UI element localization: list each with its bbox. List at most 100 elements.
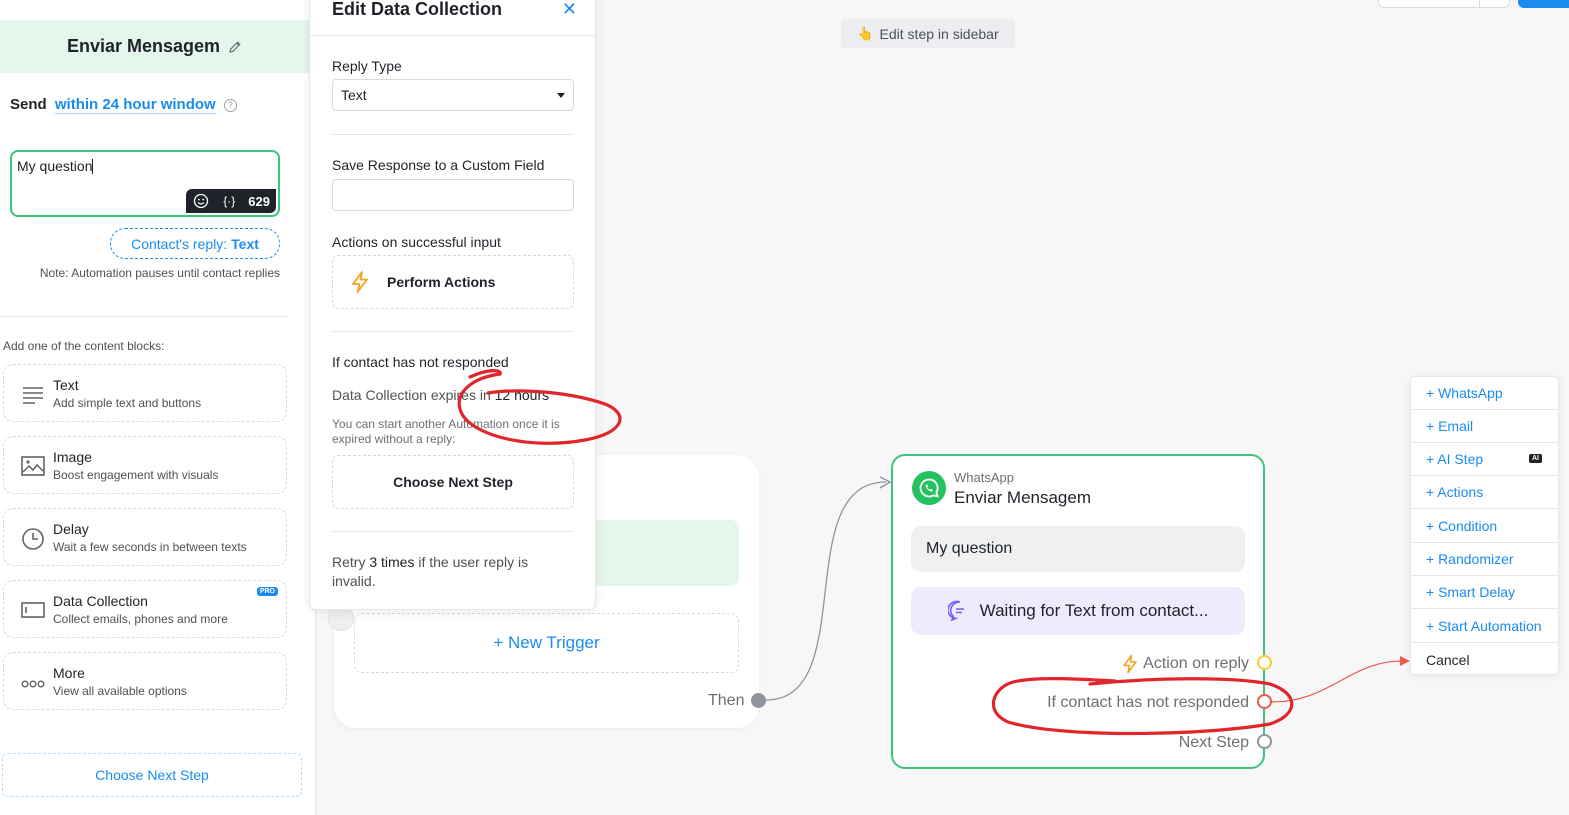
node-title: Enviar Mensagem xyxy=(954,488,1092,507)
menu-item-condition[interactable]: + Condition xyxy=(1411,510,1558,543)
message-text: My question xyxy=(17,158,93,174)
expire-row: Data Collection expires in 12 hours xyxy=(332,387,549,403)
whatsapp-node[interactable]: WhatsApp Enviar Mensagem My question Wai… xyxy=(891,454,1265,769)
block-title: Text xyxy=(53,377,79,393)
hint-text: Edit step in sidebar xyxy=(879,25,999,42)
image-icon xyxy=(20,453,46,479)
block-data-collection[interactable]: Data Collection Collect emails, phones a… xyxy=(3,580,287,638)
menu-item-whatsapp[interactable]: + WhatsApp xyxy=(1411,377,1558,410)
then-port[interactable] xyxy=(751,693,766,708)
output-label: Next Step xyxy=(1178,734,1249,751)
help-icon[interactable]: ? xyxy=(223,99,237,112)
node-kind: WhatsApp xyxy=(954,470,1014,485)
add-step-menu: + WhatsApp + Email + AI Step AI + Action… xyxy=(1410,376,1559,675)
not-responded-label: If contact has not responded xyxy=(332,354,509,370)
menu-item-start-automation[interactable]: + Start Automation xyxy=(1411,610,1558,643)
expire-prefix: Data Collection expires in xyxy=(332,387,491,403)
menu-item-smart-delay[interactable]: + Smart Delay xyxy=(1411,576,1558,609)
form-icon xyxy=(20,597,46,623)
divider xyxy=(310,35,595,36)
contact-reply-button[interactable]: Contact's reply: Text xyxy=(110,228,280,259)
menu-item-label: + AI Step xyxy=(1426,451,1484,467)
pointing-hand-icon: 👆 xyxy=(857,25,874,41)
chevron-down-icon xyxy=(557,92,565,98)
emoji-icon[interactable] xyxy=(192,192,210,210)
choose-next-step-button[interactable]: Choose Next Step xyxy=(332,455,574,509)
publish-button[interactable] xyxy=(1518,0,1569,8)
blocks-label: Add one of the content blocks: xyxy=(3,339,165,353)
message-toolbar: {·} 629 xyxy=(186,189,276,213)
step-title: Enviar Mensagem xyxy=(66,36,221,56)
block-subtitle: View all available options xyxy=(53,684,187,698)
expire-note: You can start another Automation once it… xyxy=(332,417,560,446)
block-text[interactable]: Text Add simple text and buttons xyxy=(3,364,287,422)
sidebar: Enviar Mensagem Send within 24 hour wind… xyxy=(0,0,316,815)
node-waiting[interactable]: Waiting for Text from contact... xyxy=(911,587,1245,635)
expire-value[interactable]: 12 hours xyxy=(495,387,549,403)
toolbar-button[interactable] xyxy=(1378,0,1510,8)
block-subtitle: Boost engagement with visuals xyxy=(53,468,219,482)
clock-icon xyxy=(20,525,46,551)
custom-field-input[interactable] xyxy=(332,179,574,211)
sidebar-header: Enviar Mensagem xyxy=(0,20,309,73)
menu-item-randomizer[interactable]: + Randomizer xyxy=(1411,543,1558,576)
perform-actions-button[interactable]: Perform Actions xyxy=(332,255,574,309)
output-label: Action on reply xyxy=(1143,655,1249,672)
block-title: Data Collection xyxy=(53,593,148,609)
chat-bubble-icon xyxy=(947,600,964,622)
port-action-on-reply[interactable] xyxy=(1257,655,1272,670)
choose-next-step-button[interactable]: Choose Next Step xyxy=(2,753,302,797)
block-subtitle: Collect emails, phones and more xyxy=(53,612,228,626)
block-subtitle: Wait a few seconds in between texts xyxy=(53,540,247,554)
menu-item-email[interactable]: + Email xyxy=(1411,410,1558,443)
port-next-step[interactable] xyxy=(1257,734,1272,749)
divider xyxy=(332,331,574,332)
block-image[interactable]: Image Boost engagement with visuals xyxy=(3,436,287,494)
then-label: Then xyxy=(708,692,745,709)
pro-badge: PRO xyxy=(256,587,278,596)
reply-type-label: Reply Type xyxy=(332,58,402,74)
lightning-icon xyxy=(352,271,368,293)
char-count: 629 xyxy=(248,193,270,209)
send-window-row: Send within 24 hour window ? xyxy=(10,96,237,114)
whatsapp-icon xyxy=(912,471,946,505)
edit-data-collection-panel: Edit Data Collection ✕ Reply Type Text S… xyxy=(309,0,596,610)
close-icon[interactable]: ✕ xyxy=(562,0,577,20)
port-not-responded[interactable] xyxy=(1257,694,1272,709)
menu-item-cancel[interactable]: Cancel xyxy=(1411,643,1558,676)
retry-row: Retry 3 times if the user reply is inval… xyxy=(332,553,572,591)
actions-label: Actions on successful input xyxy=(332,234,501,250)
lightning-icon xyxy=(1123,654,1137,674)
ai-badge: AI xyxy=(1529,454,1542,463)
waiting-text: Waiting for Text from contact... xyxy=(979,601,1209,620)
text-caret xyxy=(92,159,94,174)
message-input[interactable]: My question {·} 629 xyxy=(10,150,280,217)
divider xyxy=(332,134,574,135)
block-more[interactable]: More View all available options xyxy=(3,652,287,710)
trigger-item[interactable] xyxy=(594,520,739,586)
output-next-step: Next Step xyxy=(1179,734,1249,752)
retry-prefix: Retry xyxy=(332,554,366,570)
block-delay[interactable]: Delay Wait a few seconds in between text… xyxy=(3,508,287,566)
output-not-responded: If contact has not responded xyxy=(1047,694,1249,712)
new-trigger-button[interactable]: + New Trigger xyxy=(354,613,739,673)
reply-type-select[interactable]: Text xyxy=(332,79,574,111)
divider xyxy=(332,531,574,532)
node-message[interactable]: My question xyxy=(911,526,1245,572)
reply-type: Text xyxy=(231,235,259,252)
block-subtitle: Add simple text and buttons xyxy=(53,396,202,410)
output-label: If contact has not responded xyxy=(1047,694,1249,711)
lines-icon xyxy=(20,381,46,407)
block-title: Delay xyxy=(53,521,89,537)
pause-note: Note: Automation pauses until contact re… xyxy=(39,266,280,280)
send-window-link[interactable]: within 24 hour window xyxy=(54,96,216,114)
menu-item-ai-step[interactable]: + AI Step AI xyxy=(1411,443,1558,476)
toolbar-divider xyxy=(1479,0,1480,8)
variable-icon[interactable]: {·} xyxy=(220,192,238,210)
panel-title: Edit Data Collection xyxy=(332,0,503,19)
pencil-icon[interactable] xyxy=(228,40,242,54)
divider xyxy=(0,316,287,317)
retry-value[interactable]: 3 times xyxy=(369,554,414,570)
menu-item-actions[interactable]: + Actions xyxy=(1411,476,1558,509)
save-response-label: Save Response to a Custom Field xyxy=(332,157,545,173)
